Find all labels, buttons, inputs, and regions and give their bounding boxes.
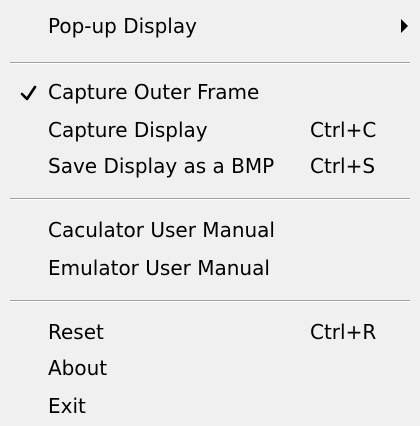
menu-item-calculator-manual[interactable]: Caculator User Manual [0,212,420,250]
menu-item-emulator-manual[interactable]: Emulator User Manual [0,250,420,288]
context-menu: Pop-up Display Capture Outer Frame Captu… [0,0,420,426]
menu-separator [10,300,410,302]
menu-item-shortcut: Ctrl+S [310,154,376,178]
checkmark-icon [20,78,40,106]
menu-item-label: About [48,356,108,380]
menu-item-shortcut: Ctrl+C [310,118,377,142]
menu-item-label: Reset [48,320,104,344]
menu-item-popup-display[interactable]: Pop-up Display [0,8,420,46]
menu-item-label: Emulator User Manual [48,256,270,280]
menu-item-save-bmp[interactable]: Save Display as a BMP Ctrl+S [0,148,420,186]
menu-item-label: Caculator User Manual [48,218,275,242]
menu-item-about[interactable]: About [0,350,420,388]
menu-item-exit[interactable]: Exit [0,388,420,426]
menu-item-label: Capture Outer Frame [48,80,260,104]
menu-item-shortcut: Ctrl+R [310,320,377,344]
menu-item-capture-outer-frame[interactable]: Capture Outer Frame [0,74,420,112]
submenu-arrow-icon [401,19,408,33]
menu-item-label: Exit [48,394,86,418]
menu-item-reset[interactable]: Reset Ctrl+R [0,314,420,352]
menu-item-label: Capture Display [48,118,208,142]
menu-item-capture-display[interactable]: Capture Display Ctrl+C [0,112,420,150]
menu-item-label: Save Display as a BMP [48,154,275,178]
menu-separator [10,62,410,64]
menu-separator [10,198,410,200]
menu-item-label: Pop-up Display [48,14,197,38]
